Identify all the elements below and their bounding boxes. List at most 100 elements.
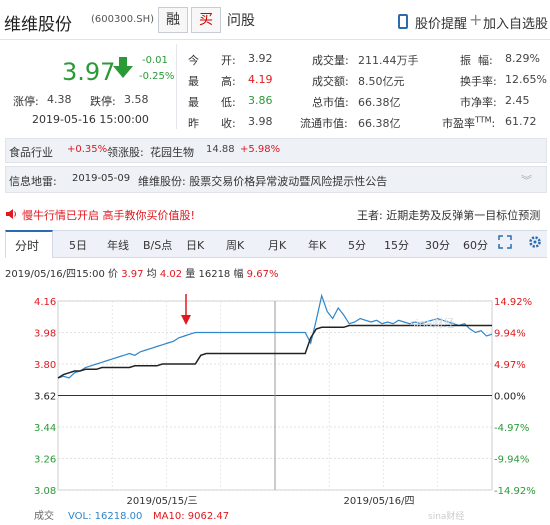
y-tick-label-right: -14.92% <box>494 486 536 497</box>
tab-30min[interactable]: 30分 <box>425 237 450 253</box>
ask-stock-link[interactable]: 问股 <box>227 10 255 30</box>
divider <box>176 44 177 129</box>
stock-name: 维维股份 <box>4 15 72 35</box>
fullscreen-icon[interactable] <box>498 235 512 249</box>
open-label-b: 开: <box>221 54 236 67</box>
promo-link[interactable]: 慢牛行情已开启 高手教你买价值股! <box>22 207 195 223</box>
current-price: 3.97 <box>62 58 116 86</box>
leader-name[interactable]: 花园生物 <box>150 144 194 160</box>
chart-info-vol-label: 量 <box>185 269 196 280</box>
y-tick-label-right: -9.94% <box>494 455 529 466</box>
chart-info-amp-label: 幅 <box>233 269 244 280</box>
leader-price: 14.88 <box>206 144 235 155</box>
quote-timestamp: 2019-05-16 15:00:00 <box>32 113 149 126</box>
y-tick-label-left: 3.08 <box>34 486 56 497</box>
volume-label: 成交量: <box>312 54 349 67</box>
market-cap-label: 总市值: <box>312 96 349 109</box>
price-change-pct: -0.25% <box>139 71 175 82</box>
info-mine-label: 信息地雷: <box>9 175 57 188</box>
low-label-b: 低: <box>221 96 236 109</box>
pe-label-sup: TTM <box>475 115 492 125</box>
y-tick-label-left: 3.44 <box>34 423 56 434</box>
chart-info-amp: 9.67% <box>246 269 279 280</box>
chart-info-avg-label: 均 <box>146 269 157 280</box>
intraday-chart[interactable]: 4.16 14.92% 3.98 9.94% 3.80 4.97% 3.62 0.00% 3.4… <box>0 285 550 525</box>
plus-icon[interactable]: + <box>469 10 482 29</box>
chart-info-avg: 4.02 <box>159 269 183 280</box>
info-mine-title[interactable]: 维维股份: 股票交易价格异常波动暨风险提示性公告 <box>138 173 387 189</box>
tab-60min[interactable]: 60分 <box>463 237 488 253</box>
float-market-cap-value: 66.38亿 <box>358 117 401 130</box>
tab-5day[interactable]: 5日 <box>69 237 87 253</box>
turnover-label: 换手率: <box>460 75 497 88</box>
speaker-icon <box>6 209 16 219</box>
pe-label: 市盈率TTM: <box>442 115 495 131</box>
industry-pct: +0.35% <box>67 144 108 155</box>
tab-yearly-k[interactable]: 年K <box>308 237 326 253</box>
high-value: 4.19 <box>248 73 273 86</box>
settings-icon[interactable] <box>528 235 542 249</box>
tab-5min[interactable]: 5分 <box>348 237 366 253</box>
amount-label: 成交额: <box>312 75 349 88</box>
down-arrow-icon <box>113 57 133 78</box>
amplitude-label: 振 幅: <box>460 54 493 67</box>
tab-weekly-k[interactable]: 周K <box>226 237 244 253</box>
price-alert-link[interactable]: 股价提醒 <box>415 13 467 32</box>
y-tick-label-right: -4.97% <box>494 423 529 434</box>
open-label-a: 今 <box>188 54 199 67</box>
leader-label: 领涨股: <box>107 146 144 159</box>
chart-axes: 4.16 14.92% 3.98 9.94% 3.80 4.97% 3.62 0.00% 3.4… <box>34 297 536 507</box>
chart-info-price-label: 价 <box>108 269 119 280</box>
limit-up-label: 涨停: <box>13 95 39 108</box>
y-tick-label-left: 3.62 <box>34 392 56 403</box>
tab-bs-points[interactable]: B/S点 <box>143 237 172 253</box>
tab-15min[interactable]: 15分 <box>384 237 409 253</box>
tab-daily-k[interactable]: 日K <box>186 237 204 253</box>
stock-code: (600300.SH) <box>91 14 155 25</box>
y-tick-label-left: 3.98 <box>34 329 56 340</box>
chart-info-price: 3.97 <box>121 269 144 280</box>
leader-pct: +5.98% <box>240 144 281 155</box>
y-tick-label-left: 4.16 <box>34 297 56 308</box>
y-tick-label-right: 4.97% <box>494 360 526 371</box>
chart-info-line: 2019/05/16/四15:00 价 3.97 均 4.02 量 16218 … <box>5 265 278 280</box>
pe-label-colon: : <box>491 117 496 130</box>
industry-label[interactable]: 食品行业 <box>9 144 53 160</box>
ma10-text: MA10: 9062.47 <box>153 511 229 522</box>
buy-button[interactable]: 买 <box>191 7 221 33</box>
pb-value: 2.45 <box>505 94 530 107</box>
promo-link-right[interactable]: 王者: 近期走势及反弹第一目标位预测 <box>357 207 540 223</box>
tab-year-line[interactable]: 年线 <box>107 237 129 253</box>
tab-intraday[interactable]: 分时 <box>15 237 39 254</box>
pe-label-text: 市盈率 <box>442 117 475 130</box>
amplitude-value: 8.29% <box>505 52 540 65</box>
prev-close-label-a: 昨 <box>188 117 199 130</box>
marker-arrow <box>181 294 191 325</box>
market-cap-value: 66.38亿 <box>358 96 401 109</box>
margin-button[interactable]: 融 <box>158 7 188 33</box>
chevron-down-icon[interactable]: ︾ <box>521 172 532 188</box>
low-value: 3.86 <box>248 94 273 107</box>
volume-label: 成交 <box>34 509 54 522</box>
tab-monthly-k[interactable]: 月K <box>268 237 286 253</box>
limit-down-value: 3.58 <box>124 93 149 106</box>
y-tick-label-right: 9.94% <box>494 329 526 340</box>
float-market-cap-label: 流通市值: <box>300 117 348 130</box>
y-tick-label-left: 3.80 <box>34 360 56 371</box>
info-mine-date: 2019-05-09 <box>72 173 131 184</box>
high-label-b: 高: <box>221 75 236 88</box>
turnover-value: 12.65% <box>505 73 547 86</box>
volume-value: 211.44万手 <box>358 54 419 67</box>
y-tick-label-right: 14.92% <box>494 297 532 308</box>
y-tick-label-left: 3.26 <box>34 455 56 466</box>
watermark-logo: sina财经 <box>410 316 455 330</box>
pb-label: 市净率: <box>460 96 497 109</box>
add-watchlist-link[interactable]: 加入自选股 <box>483 13 548 32</box>
pe-value: 61.72 <box>505 115 537 128</box>
chart-info-date: 2019/05/16/四15:00 <box>5 269 105 280</box>
chart-info-vol: 16218 <box>198 269 231 280</box>
phone-icon[interactable] <box>398 14 408 29</box>
watermark-footer: sina财经 <box>428 510 464 522</box>
prev-close-value: 3.98 <box>248 115 273 128</box>
price-change: -0.01 <box>142 55 168 66</box>
